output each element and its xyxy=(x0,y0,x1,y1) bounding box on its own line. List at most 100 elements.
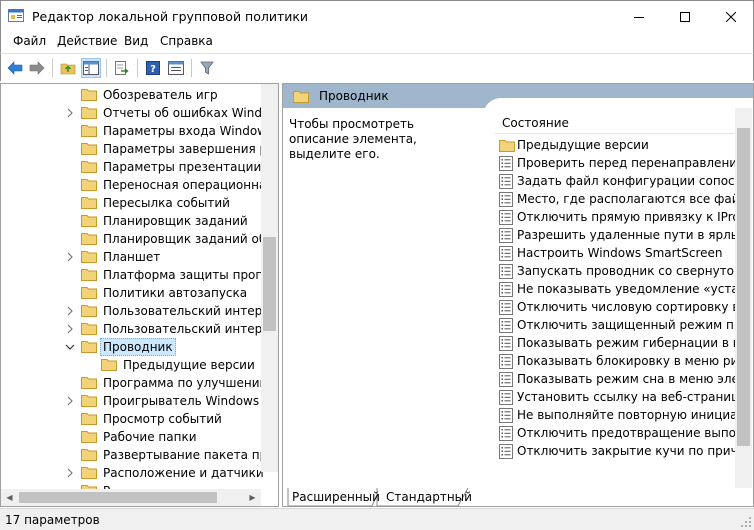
tree-item-label: Пользовательский интерфейс xyxy=(103,304,263,318)
tree-item[interactable]: Проигрыватель Windows Media xyxy=(1,392,263,410)
tree-item[interactable]: Обозреватель игр xyxy=(1,86,263,104)
list-item-label: Показывать режим гибернации в меню xyxy=(517,336,735,350)
list-folder-item[interactable]: Предыдущие версии xyxy=(497,136,735,154)
tree-item[interactable]: Планировщик заданий xyxy=(1,212,263,230)
details-vertical-scroll-thumb[interactable] xyxy=(737,128,750,446)
tree-vertical-scrollbar[interactable] xyxy=(261,84,278,472)
export-list-button[interactable] xyxy=(112,58,132,78)
policy-setting-icon xyxy=(499,354,513,369)
list-setting-item[interactable]: Показывать блокировку в меню рисунка xyxy=(497,352,735,370)
tree-item[interactable]: Отчеты об ошибках Windows xyxy=(1,104,263,122)
list-item-label: Показывать блокировку в меню рисунка xyxy=(517,354,735,368)
folder-icon xyxy=(81,215,97,227)
scroll-left-icon[interactable]: ◀ xyxy=(1,489,18,506)
tree-vertical-scroll-thumb[interactable] xyxy=(263,237,276,331)
folder-icon xyxy=(293,91,309,103)
list-setting-item[interactable]: Отключить закрытие кучи по причине xyxy=(497,442,735,460)
tree-item[interactable]: Программа по улучшению xyxy=(1,374,263,392)
chevron-right-icon[interactable] xyxy=(65,306,75,316)
menu-view[interactable]: Вид xyxy=(124,34,148,48)
menu-file[interactable]: Файл xyxy=(13,34,46,48)
maximize-icon xyxy=(680,11,690,22)
policy-setting-icon xyxy=(499,228,513,243)
list-setting-item[interactable]: Отключить защищенный режим протокола обо… xyxy=(497,316,735,334)
tree-item-label: Планировщик заданий xyxy=(103,214,248,228)
folder-icon xyxy=(81,89,97,101)
list-setting-item[interactable]: Показывать режим сна в меню электропитан… xyxy=(497,370,735,388)
resize-grip-icon[interactable] xyxy=(740,516,752,528)
tree-horizontal-scroll-thumb[interactable] xyxy=(19,492,217,503)
tab-extended[interactable]: Расширенный xyxy=(286,489,386,507)
show-hide-tree-button[interactable] xyxy=(81,58,101,78)
close-button[interactable] xyxy=(708,1,754,32)
list-setting-item[interactable]: Установить ссылку на веб-страницу поддер… xyxy=(497,388,735,406)
tree-item[interactable]: Пользовательский интерфейс xyxy=(1,302,263,320)
tree-item[interactable]: Предыдущие версии xyxy=(1,356,263,374)
properties-button[interactable] xyxy=(166,58,186,78)
chevron-right-icon[interactable] xyxy=(65,108,75,118)
list-setting-item[interactable]: Место, где располагаются все файлы описа… xyxy=(497,190,735,208)
tree-item[interactable]: Рабочие папки xyxy=(1,428,263,446)
filter-button[interactable] xyxy=(197,58,217,78)
list-setting-item[interactable]: Разрешить удаленные пути в ярлыках файло… xyxy=(497,226,735,244)
menu-action[interactable]: Действие xyxy=(57,34,117,48)
tree-item[interactable]: Развертывание пакета приложений xyxy=(1,446,263,464)
chevron-right-icon[interactable] xyxy=(65,252,75,262)
folder-icon xyxy=(81,161,97,173)
navigation-tree[interactable]: Обозреватель игр Отчеты об ошибках Window… xyxy=(0,83,279,507)
list-setting-item[interactable]: Отключить числовую сортировку в проводни… xyxy=(497,298,735,316)
tree-item[interactable]: Пересылка событий xyxy=(1,194,263,212)
tree-item[interactable]: Планшет xyxy=(1,248,263,266)
tree-item[interactable]: Проводник xyxy=(1,338,263,356)
help-button[interactable]: ? xyxy=(143,58,163,78)
tree-item[interactable]: Просмотр событий xyxy=(1,410,263,428)
list-setting-item[interactable]: Запускать проводник со свернутой лентой xyxy=(497,262,735,280)
folder-icon xyxy=(499,140,515,152)
tree-item[interactable]: Платформа защиты программного обеспечени… xyxy=(1,266,263,284)
back-button[interactable] xyxy=(5,58,25,78)
list-item-label: Запускать проводник со свернутой лентой xyxy=(517,264,735,278)
chevron-down-icon[interactable] xyxy=(65,342,75,352)
folder-icon xyxy=(101,359,117,371)
list-item-label: Настроить Windows SmartScreen xyxy=(517,246,723,260)
chevron-right-icon[interactable] xyxy=(65,396,75,406)
tree-item[interactable]: Переносная операционная система xyxy=(1,176,263,194)
policy-setting-icon xyxy=(499,210,513,225)
tree-horizontal-scrollbar[interactable]: ◀ ▶ xyxy=(1,489,261,506)
tree-item[interactable]: Политики автозапуска xyxy=(1,284,263,302)
tree-item[interactable]: Параметры входа Windows xyxy=(1,122,263,140)
tab-standard[interactable]: Стандартный xyxy=(380,489,478,507)
list-setting-item[interactable]: Отключить прямую привязку к IPropertySet… xyxy=(497,208,735,226)
up-level-button[interactable] xyxy=(58,58,78,78)
list-setting-item[interactable]: Не показывать уведомление «установлено н… xyxy=(497,280,735,298)
column-header-state[interactable]: Состояние xyxy=(502,116,569,130)
minimize-button[interactable] xyxy=(616,1,662,32)
tree-item-label: Отчеты об ошибках Windows xyxy=(103,106,263,120)
chevron-right-icon[interactable] xyxy=(65,324,75,334)
tree-item-label: Развертывание пакета приложений xyxy=(103,448,263,462)
scroll-right-icon[interactable]: ▶ xyxy=(244,489,261,506)
menu-help[interactable]: Справка xyxy=(160,34,213,48)
minimize-icon xyxy=(634,16,644,18)
tree-item[interactable]: Параметры завершения работы xyxy=(1,140,263,158)
list-item-label: Предыдущие версии xyxy=(517,138,649,152)
forward-button[interactable] xyxy=(27,58,47,78)
list-setting-item[interactable]: Настроить Windows SmartScreen xyxy=(497,244,735,262)
maximize-button[interactable] xyxy=(662,1,708,32)
folder-icon xyxy=(81,431,97,443)
list-setting-item[interactable]: Задать файл конфигурации сопоставлений xyxy=(497,172,735,190)
tree-item[interactable]: Пользовательский интерфейс xyxy=(1,320,263,338)
folder-icon xyxy=(81,467,97,479)
policy-setting-icon xyxy=(499,318,513,333)
list-setting-item[interactable]: Показывать режим гибернации в меню xyxy=(497,334,735,352)
list-setting-item[interactable]: Не выполняйте повторную инициализацию xyxy=(497,406,735,424)
details-vertical-scrollbar[interactable] xyxy=(735,108,752,488)
list-setting-item[interactable]: Отключить предотвращение выполнения данн… xyxy=(497,424,735,442)
chevron-right-icon[interactable] xyxy=(65,468,75,478)
up-folder-icon xyxy=(60,63,76,75)
tree-item[interactable]: Планировщик заданий обслуживания xyxy=(1,230,263,248)
tree-item[interactable]: Параметры презентации xyxy=(1,158,263,176)
title-bar: Редактор локальной групповой политики xyxy=(0,0,754,31)
tree-item[interactable]: Расположение и датчики xyxy=(1,464,263,482)
list-setting-item[interactable]: Проверить перед перенаправлением, устано… xyxy=(497,154,735,172)
